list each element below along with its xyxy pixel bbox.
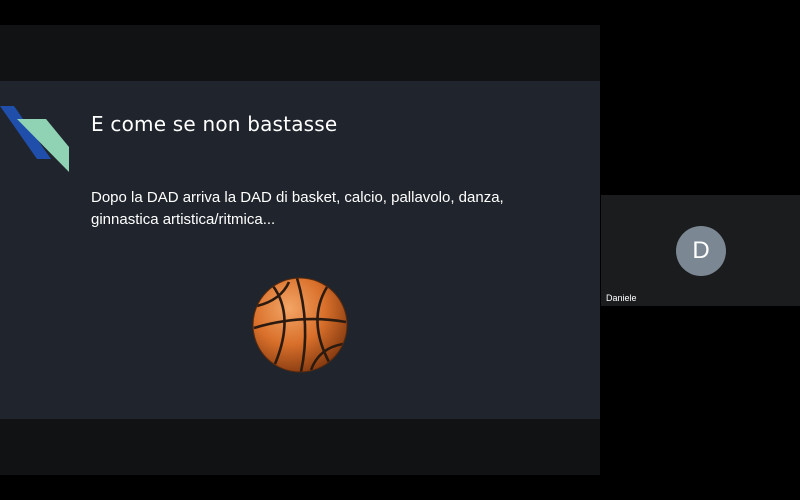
participant-tile[interactable]: D Daniele: [601, 195, 800, 306]
slide-body-text: Dopo la DAD arriva la DAD di basket, cal…: [91, 189, 504, 228]
participant-name: Daniele: [606, 293, 637, 303]
basketball-icon: [252, 277, 348, 373]
slide-title: E come se non bastasse: [91, 112, 338, 136]
slide-corner-decoration: [0, 106, 69, 172]
participant-avatar: D: [676, 226, 726, 276]
